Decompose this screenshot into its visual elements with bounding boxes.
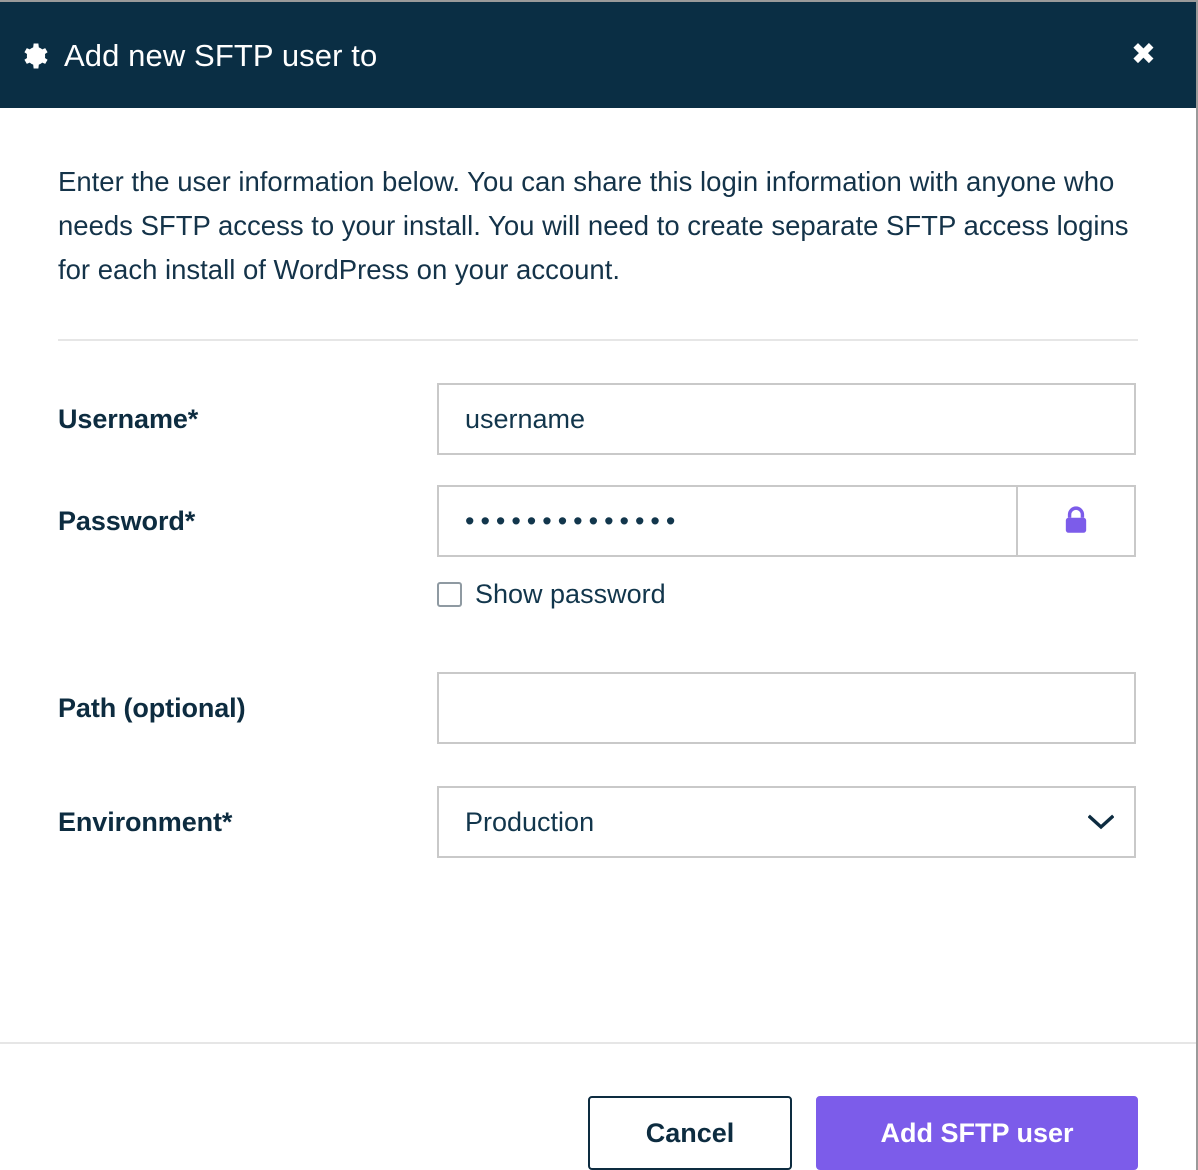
sftp-user-form: Username* Password* [58,341,1138,858]
path-input[interactable] [437,672,1136,744]
password-control [437,485,1136,557]
username-input[interactable] [437,383,1136,455]
form-row-path: Path (optional) [58,672,1138,744]
environment-control: Production [437,786,1136,858]
modal-body: Enter the user information below. You ca… [0,108,1196,987]
modal-header-left: Add new SFTP user to [22,39,377,71]
environment-select[interactable]: Production [437,786,1136,858]
modal-header: Add new SFTP user to ✖ [0,2,1196,108]
path-control [437,672,1136,744]
add-sftp-user-button[interactable]: Add SFTP user [816,1096,1138,1170]
cancel-button[interactable]: Cancel [588,1096,792,1170]
username-control [437,383,1136,455]
close-icon[interactable]: ✖ [1125,36,1162,74]
show-password-row: Show password [437,579,1138,610]
gear-icon [22,39,52,71]
modal-title: Add new SFTP user to [64,37,378,73]
generate-password-button[interactable] [1016,485,1136,557]
environment-label: Environment* [58,806,233,837]
lock-icon [1063,506,1089,536]
password-input[interactable] [437,485,1016,557]
show-password-checkbox[interactable] [437,582,462,607]
form-row-password: Password* [58,485,1138,557]
show-password-label[interactable]: Show password [475,579,666,610]
modal-footer: Cancel Add SFTP user [0,1044,1196,1170]
add-sftp-user-modal: Add new SFTP user to ✖ Enter the user in… [0,0,1198,1170]
path-label: Path (optional) [58,692,246,723]
username-label: Username* [58,403,199,434]
form-row-environment: Environment* Production [58,786,1138,858]
password-label: Password* [58,505,196,536]
form-row-username: Username* [58,383,1138,455]
intro-text: Enter the user information below. You ca… [58,166,1129,285]
